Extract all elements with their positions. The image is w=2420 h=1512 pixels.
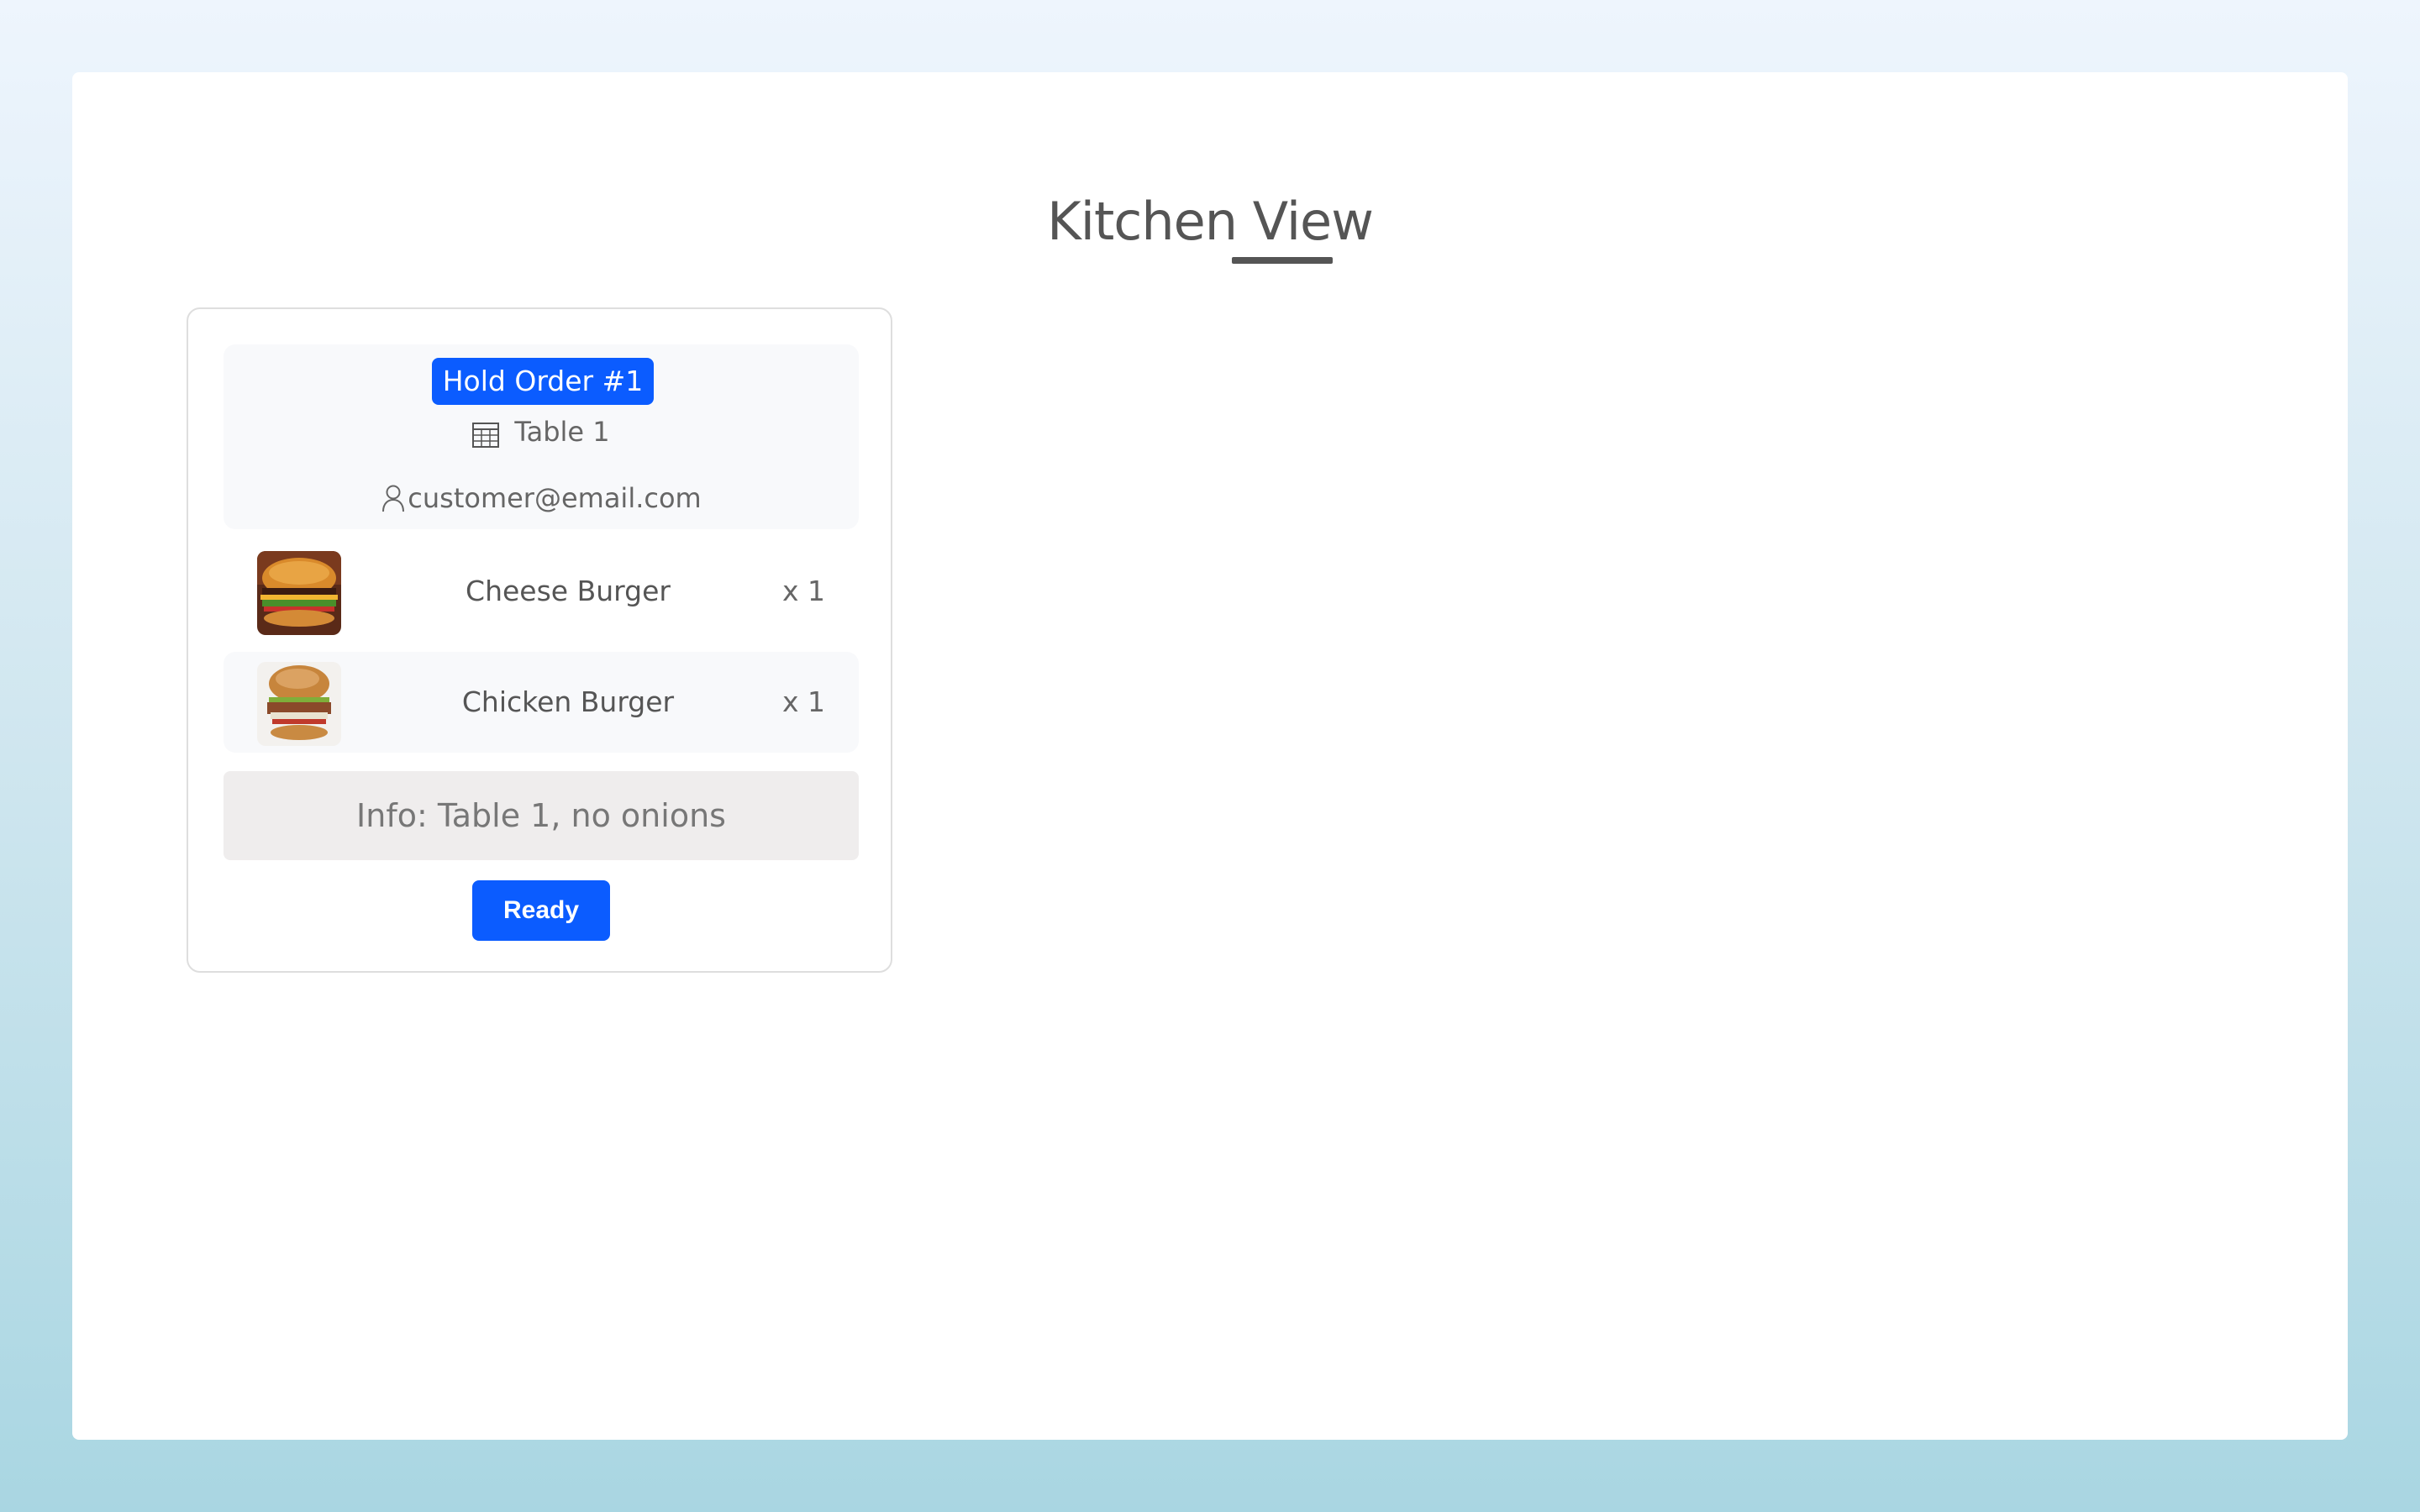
cheese-burger-image xyxy=(257,551,341,635)
ready-button[interactable]: Ready xyxy=(472,880,610,941)
title-underline xyxy=(1232,257,1333,264)
item-name: Cheese Burger xyxy=(466,575,671,607)
item-quantity: x 1 xyxy=(781,575,825,607)
chicken-burger-image xyxy=(257,662,341,746)
order-header: Hold Order #1 Table 1 customer@email.com xyxy=(224,344,859,529)
customer-info: customer@email.com xyxy=(224,477,859,519)
table-info: Table 1 xyxy=(224,412,859,452)
order-card: Hold Order #1 Table 1 customer@email.com… xyxy=(187,307,892,973)
item-quantity: x 1 xyxy=(781,685,825,718)
main-panel: Kitchen View Hold Order #1 Table 1 custo… xyxy=(72,72,2348,1440)
customer-email: customer@email.com xyxy=(408,482,702,514)
page-title: Kitchen View xyxy=(1047,191,1374,252)
table-grid-icon xyxy=(472,423,500,448)
order-badge: Hold Order #1 xyxy=(432,358,654,405)
user-icon xyxy=(382,485,405,512)
order-item: Chicken Burger x 1 xyxy=(224,652,859,753)
order-item: Cheese Burger x 1 xyxy=(224,541,859,642)
item-name: Chicken Burger xyxy=(461,685,675,718)
table-label: Table 1 xyxy=(514,416,610,448)
order-info-note: Info: Table 1, no onions xyxy=(224,771,859,860)
